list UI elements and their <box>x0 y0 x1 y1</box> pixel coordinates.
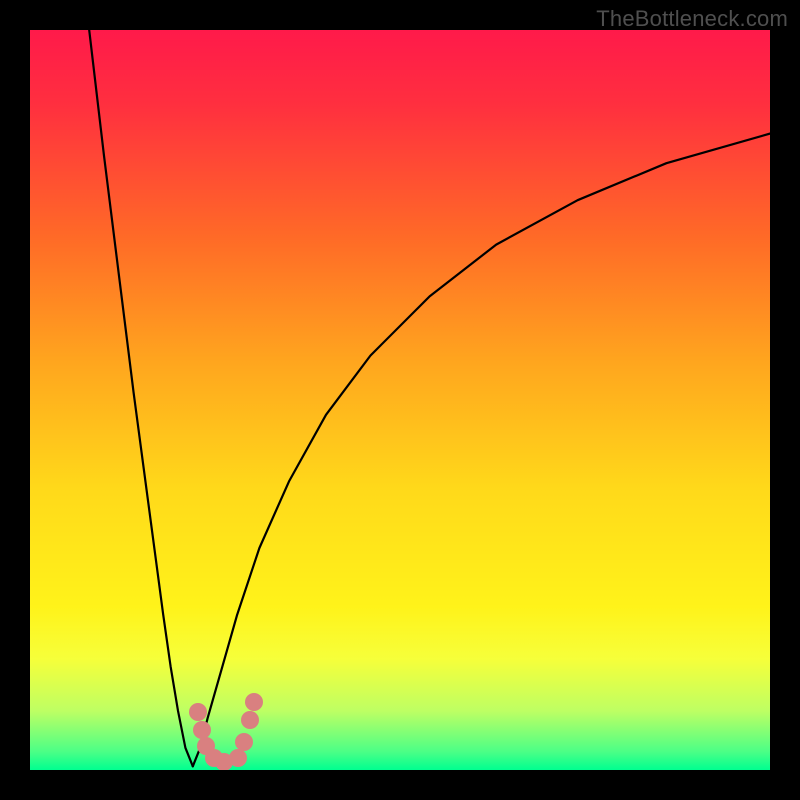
marker-dot <box>241 711 259 729</box>
marker-dot <box>245 693 263 711</box>
plot-area <box>30 30 770 770</box>
marker-dot <box>193 721 211 739</box>
marker-dot <box>235 733 253 751</box>
marker-dot <box>229 749 247 767</box>
marker-dot <box>189 703 207 721</box>
curve-left-branch <box>89 30 193 766</box>
curve-layer <box>30 30 770 770</box>
curve-right-branch <box>193 134 770 767</box>
watermark-text: TheBottleneck.com <box>596 6 788 32</box>
outer-frame: TheBottleneck.com <box>0 0 800 800</box>
